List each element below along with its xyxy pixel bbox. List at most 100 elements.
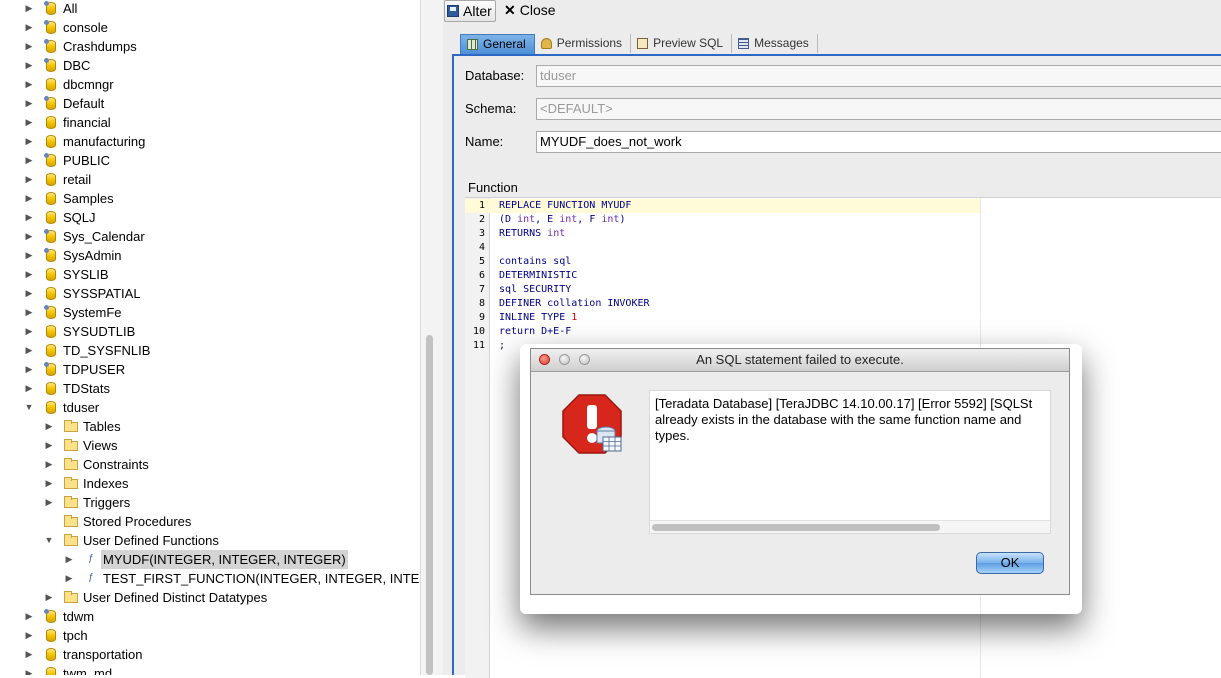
collapse-arrow-icon[interactable]: ▶ (24, 265, 34, 284)
collapse-arrow-icon[interactable]: ▶ (44, 436, 54, 455)
collapse-arrow-icon[interactable]: ▶ (24, 75, 34, 94)
tree-item[interactable]: ▶ Samples (0, 189, 420, 208)
collapse-arrow-icon[interactable]: ▶ (24, 664, 34, 675)
tree-item[interactable]: ▶ Sys_Calendar (0, 227, 420, 246)
collapse-arrow-icon[interactable]: ▶ (24, 0, 34, 18)
line-number: 7 (478, 284, 485, 295)
collapse-arrow-icon[interactable]: ▶ (24, 132, 34, 151)
tree-item-label: Samples (63, 191, 114, 206)
tree-item[interactable]: ▶ DBC (0, 56, 420, 75)
tab-permissions[interactable]: Permissions (535, 34, 632, 53)
collapse-arrow-icon[interactable]: ▶ (24, 113, 34, 132)
database-icon (44, 115, 58, 130)
collapse-arrow-icon[interactable]: ▶ (24, 189, 34, 208)
tree-item[interactable]: ▶ All (0, 0, 420, 18)
tree-item[interactable]: ▶ financial (0, 113, 420, 132)
dialog-title-bar[interactable]: An SQL statement failed to execute. (531, 349, 1069, 372)
tree-item[interactable]: ▶ TDPUSER (0, 360, 420, 379)
tree-item[interactable]: ▶ TDStats (0, 379, 420, 398)
collapse-arrow-icon[interactable]: ▶ (24, 56, 34, 75)
collapse-arrow-icon[interactable]: ▶ (24, 645, 34, 664)
tree-item[interactable]: ▶ SYSUDTLIB (0, 322, 420, 341)
tree-item[interactable]: ▶ ƒ TEST_FIRST_FUNCTION(INTEGER, INTEGER, … (0, 569, 420, 588)
tree-item[interactable]: ▶ Views (0, 436, 420, 455)
tree-item[interactable]: ▼ User Defined Functions (0, 531, 420, 550)
collapse-arrow-icon[interactable]: ▶ (24, 208, 34, 227)
tree-item[interactable]: ▶ Triggers (0, 493, 420, 512)
tree-item-label: retail (63, 172, 92, 187)
collapse-arrow-icon[interactable]: ▶ (24, 360, 34, 379)
expand-arrow-icon[interactable]: ▼ (24, 398, 34, 417)
close-button[interactable]: ✕ Close (504, 0, 556, 20)
tree-item-label: Tables (83, 419, 121, 434)
collapse-arrow-icon[interactable]: ▶ (64, 550, 74, 569)
collapse-arrow-icon[interactable]: ▶ (64, 569, 74, 588)
collapse-arrow-icon[interactable]: ▶ (44, 455, 54, 474)
line-number: 2 (478, 214, 485, 225)
tree-item[interactable]: ▶ PUBLIC (0, 151, 420, 170)
collapse-arrow-icon[interactable]: ▶ (44, 474, 54, 493)
window-close-button[interactable] (539, 354, 550, 365)
tree-item[interactable]: ▶ Crashdumps (0, 37, 420, 56)
tree-item[interactable]: ▶ twm_md (0, 664, 420, 675)
tree-item[interactable]: ▶ SQLJ (0, 208, 420, 227)
tree-item[interactable]: ▶ console (0, 18, 420, 37)
collapse-arrow-icon[interactable]: ▶ (24, 607, 34, 626)
tree-item[interactable]: ▶ User Defined Distinct Datatypes (0, 588, 420, 607)
expand-arrow-icon[interactable]: ▼ (44, 531, 54, 550)
tree-item[interactable]: ▼ tduser (0, 398, 420, 417)
collapse-arrow-icon[interactable]: ▶ (44, 417, 54, 436)
message-scroll-thumb[interactable] (652, 524, 940, 531)
message-horizontal-scrollbar[interactable] (650, 520, 1050, 533)
tree-item[interactable]: ▶ SYSLIB (0, 265, 420, 284)
close-label: Close (519, 2, 556, 18)
tree-item[interactable]: ▶ retail (0, 170, 420, 189)
tree-scroll-thumb[interactable] (426, 335, 433, 675)
tree-item-label: tdwm (63, 609, 95, 624)
collapse-arrow-icon[interactable]: ▶ (24, 170, 34, 189)
collapse-arrow-icon[interactable]: ▶ (24, 341, 34, 360)
tree-item[interactable]: ▶ Indexes (0, 474, 420, 493)
collapse-arrow-icon[interactable]: ▶ (24, 94, 34, 113)
collapse-arrow-icon[interactable]: ▶ (24, 322, 34, 341)
error-message-box[interactable]: [Teradata Database] [TeraJDBC 14.10.00.1… (649, 390, 1051, 534)
name-field[interactable]: MYUDF_does_not_work (536, 131, 1221, 153)
tree-item[interactable]: ▶ ƒ MYUDF(INTEGER, INTEGER, INTEGER) (0, 550, 420, 569)
tree-item[interactable]: ▶ SYSSPATIAL (0, 284, 420, 303)
collapse-arrow-icon[interactable]: ▶ (24, 227, 34, 246)
collapse-arrow-icon[interactable]: ▶ (44, 493, 54, 512)
collapse-arrow-icon[interactable]: ▶ (24, 379, 34, 398)
tree-item[interactable]: ▶ manufacturing (0, 132, 420, 151)
collapse-arrow-icon[interactable]: ▶ (24, 18, 34, 37)
tree-item[interactable]: ▶ dbcmngr (0, 75, 420, 94)
tree-item[interactable]: Stored Procedures (0, 512, 420, 531)
database-icon (44, 77, 58, 92)
window-zoom-button[interactable] (579, 354, 590, 365)
collapse-arrow-icon[interactable]: ▶ (24, 151, 34, 170)
collapse-arrow-icon[interactable]: ▶ (24, 303, 34, 322)
tree-item[interactable]: ▶ tpch (0, 626, 420, 645)
tree-item[interactable]: ▶ Constraints (0, 455, 420, 474)
window-minimize-button[interactable] (559, 354, 570, 365)
ok-button[interactable]: OK (976, 552, 1044, 574)
object-tree[interactable]: ▶ All ▶ console ▶ Crashdumps ▶ DBC ▶ dbcmngr ▶ Defa… (0, 0, 420, 675)
tree-item[interactable]: ▶ SystemFe (0, 303, 420, 322)
collapse-arrow-icon[interactable]: ▶ (24, 37, 34, 56)
collapse-arrow-icon[interactable]: ▶ (24, 284, 34, 303)
collapse-arrow-icon[interactable]: ▶ (44, 588, 54, 607)
tree-item[interactable]: ▶ Tables (0, 417, 420, 436)
tree-item[interactable]: ▶ Default (0, 94, 420, 113)
tree-scrollbar[interactable] (420, 0, 443, 675)
collapse-arrow-icon[interactable]: ▶ (24, 626, 34, 645)
collapse-arrow-icon[interactable]: ▶ (24, 246, 34, 265)
tree-item[interactable]: ▶ transportation (0, 645, 420, 664)
tree-item[interactable]: ▶ SysAdmin (0, 246, 420, 265)
tree-item[interactable]: ▶ TD_SYSFNLIB (0, 341, 420, 360)
tab-preview-sql[interactable]: Preview SQL (631, 34, 733, 53)
tab-messages[interactable]: Messages (732, 34, 818, 53)
tree-item[interactable]: ▶ tdwm (0, 607, 420, 626)
tree-item-label: SQLJ (63, 210, 96, 225)
alter-button[interactable]: Alter (444, 0, 496, 22)
tree-item-label: SYSSPATIAL (63, 286, 141, 301)
tab-general[interactable]: General (460, 34, 535, 55)
